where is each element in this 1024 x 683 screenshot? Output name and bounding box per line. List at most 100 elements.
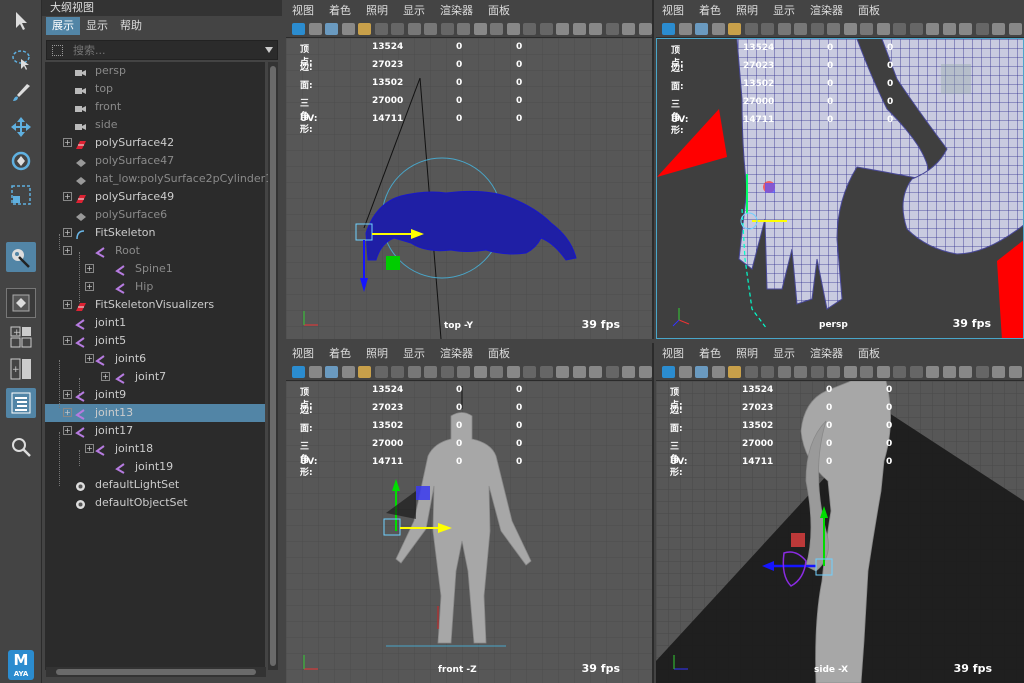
menu-show[interactable]: 显示 — [80, 17, 114, 35]
viewport-tool-icon[interactable] — [440, 23, 454, 35]
outliner-item[interactable]: + joint7 — [45, 368, 265, 386]
outliner-item[interactable]: + joint18 — [45, 440, 265, 458]
outliner-item[interactable]: + Spine1 — [45, 260, 265, 278]
outliner-item[interactable]: + joint6 — [45, 350, 265, 368]
viewport-tool-icon[interactable] — [827, 366, 840, 378]
move-tool-icon[interactable] — [6, 112, 36, 142]
viewport-menu-item[interactable]: 着色 — [329, 345, 351, 361]
outliner-item[interactable]: top — [45, 80, 265, 98]
viewport-tool-icon[interactable] — [572, 23, 586, 35]
viewport-tool-icon[interactable] — [959, 23, 972, 35]
viewport-tool-icon[interactable] — [992, 23, 1005, 35]
expand-toggle-icon[interactable]: + — [63, 228, 72, 237]
viewport-tool-icon[interactable] — [589, 366, 602, 378]
viewport-tool-icon[interactable] — [942, 23, 956, 35]
viewport-persp[interactable]: 视图 着色 照明 显示 渲染器 面板 顶点: 13524 0 0 边: 27023 0 0 面: 13502… — [656, 0, 1024, 339]
viewport-tool-icon[interactable] — [893, 366, 906, 378]
outliner-horizontal-scrollbar[interactable] — [46, 667, 266, 677]
viewport-side[interactable]: 视图 着色 照明 显示 渲染器 面板 顶点: 13524 0 0 边: 27023 0 0 面: 13502… — [656, 343, 1024, 683]
viewport-tool-icon[interactable] — [391, 23, 404, 35]
viewport-tool-icon[interactable] — [662, 366, 675, 378]
viewport-tool-icon[interactable] — [728, 23, 741, 35]
outliner-item[interactable]: + joint5 — [45, 332, 265, 350]
viewport-menu-item[interactable]: 显示 — [773, 2, 795, 18]
menu-display[interactable]: 展示 — [46, 17, 80, 35]
outliner-item[interactable]: side — [45, 116, 265, 134]
scroll-thumb[interactable] — [56, 669, 256, 675]
expand-toggle-icon[interactable]: + — [63, 300, 72, 309]
viewport-tool-icon[interactable] — [761, 366, 774, 378]
viewport-tool-icon[interactable] — [341, 23, 355, 35]
expand-toggle-icon[interactable]: + — [63, 426, 72, 435]
viewport-tool-icon[interactable] — [810, 23, 824, 35]
viewport-canvas[interactable]: 顶点: 13524 0 0 边: 27023 0 0 面: 13502 0 0 三角形: 27000 0 0 U… — [286, 381, 652, 683]
viewport-tool-icon[interactable] — [777, 366, 791, 378]
outliner-item[interactable]: + Hip — [45, 278, 265, 296]
viewport-canvas[interactable]: 顶点: 13524 0 0 边: 27023 0 0 面: 13502 0 0 三角形: 27000 0 0 U… — [656, 38, 1024, 339]
expand-toggle-icon[interactable]: + — [63, 192, 72, 201]
viewport-menu-item[interactable]: 照明 — [736, 345, 758, 361]
viewport-tool-icon[interactable] — [622, 366, 635, 378]
viewport-tool-icon[interactable] — [341, 366, 355, 378]
viewport-tool-icon[interactable] — [473, 366, 487, 378]
viewport-menu-item[interactable]: 显示 — [403, 2, 425, 18]
viewport-tool-icon[interactable] — [678, 23, 692, 35]
viewport-tool-icon[interactable] — [1008, 23, 1022, 35]
viewport-menu-item[interactable]: 着色 — [699, 345, 721, 361]
viewport-tool-icon[interactable] — [959, 366, 972, 378]
viewport-tool-icon[interactable] — [942, 366, 956, 378]
expand-toggle-icon[interactable]: + — [85, 354, 94, 363]
lasso-tool-icon[interactable] — [6, 44, 36, 74]
viewport-tool-icon[interactable] — [308, 23, 322, 35]
filter-icon[interactable] — [52, 45, 63, 56]
viewport-tool-icon[interactable] — [711, 366, 725, 378]
viewport-tool-icon[interactable] — [1008, 366, 1022, 378]
viewport-tool-icon[interactable] — [843, 23, 857, 35]
viewport-tool-icon[interactable] — [909, 366, 923, 378]
viewport-menu-item[interactable]: 渲染器 — [810, 2, 843, 18]
viewport-tool-icon[interactable] — [374, 23, 388, 35]
viewport-tool-icon[interactable] — [992, 366, 1005, 378]
rotate-tool-icon[interactable] — [6, 146, 36, 176]
viewport-menu-item[interactable]: 面板 — [858, 345, 880, 361]
outliner-item[interactable]: persp — [45, 62, 265, 80]
viewport-tool-icon[interactable] — [810, 366, 824, 378]
viewport-canvas[interactable]: 顶点: 13524 0 0 边: 27023 0 0 面: 13502 0 0 三角形: 27000 0 0 U… — [286, 38, 652, 339]
viewport-tool-icon[interactable] — [556, 366, 569, 378]
viewport-menu-item[interactable]: 渲染器 — [440, 2, 473, 18]
expand-toggle-icon[interactable]: + — [101, 372, 110, 381]
outliner-item[interactable]: hat_low:polySurface2pCylinder1 — [45, 170, 272, 188]
viewport-tool-icon[interactable] — [473, 23, 487, 35]
viewport-tool-icon[interactable] — [860, 366, 873, 378]
viewport-tool-icon[interactable] — [744, 366, 758, 378]
viewport-tool-icon[interactable] — [975, 366, 989, 378]
viewport-top[interactable]: 视图 着色 照明 显示 渲染器 面板 顶点: 13524 0 0 边: 27023 0 0 面: 13502… — [286, 0, 654, 339]
viewport-tool-icon[interactable] — [292, 366, 305, 378]
viewport-menu-item[interactable]: 照明 — [366, 2, 388, 18]
expand-toggle-icon[interactable]: + — [63, 408, 72, 417]
viewport-tool-icon[interactable] — [506, 366, 520, 378]
viewport-tool-icon[interactable] — [407, 366, 421, 378]
viewport-tool-icon[interactable] — [374, 366, 388, 378]
viewport-tool-icon[interactable] — [794, 23, 807, 35]
viewport-tool-icon[interactable] — [638, 366, 652, 378]
viewport-tool-icon[interactable] — [678, 366, 692, 378]
viewport-tool-icon[interactable] — [490, 366, 503, 378]
outliner-item[interactable]: + joint13 — [45, 404, 265, 422]
viewport-tool-icon[interactable] — [761, 23, 774, 35]
outliner-item[interactable]: + FitSkeleton — [45, 224, 265, 242]
expand-toggle-icon[interactable]: + — [85, 444, 94, 453]
viewport-tool-icon[interactable] — [424, 23, 437, 35]
viewport-tool-icon[interactable] — [777, 23, 791, 35]
viewport-menu-item[interactable]: 渲染器 — [810, 345, 843, 361]
viewport-tool-icon[interactable] — [605, 366, 619, 378]
menu-help[interactable]: 帮助 — [114, 17, 148, 35]
outliner-item[interactable]: front — [45, 98, 265, 116]
outliner-item[interactable]: defaultLightSet — [45, 476, 265, 494]
viewport-tool-icon[interactable] — [457, 366, 470, 378]
viewport-tool-icon[interactable] — [876, 23, 890, 35]
viewport-canvas[interactable]: 顶点: 13524 0 0 边: 27023 0 0 面: 13502 0 0 三角形: 27000 0 0 U… — [656, 381, 1024, 683]
viewport-tool-icon[interactable] — [490, 23, 503, 35]
viewport-tool-icon[interactable] — [539, 23, 553, 35]
outliner-item[interactable]: + polySurface42 — [45, 134, 265, 152]
